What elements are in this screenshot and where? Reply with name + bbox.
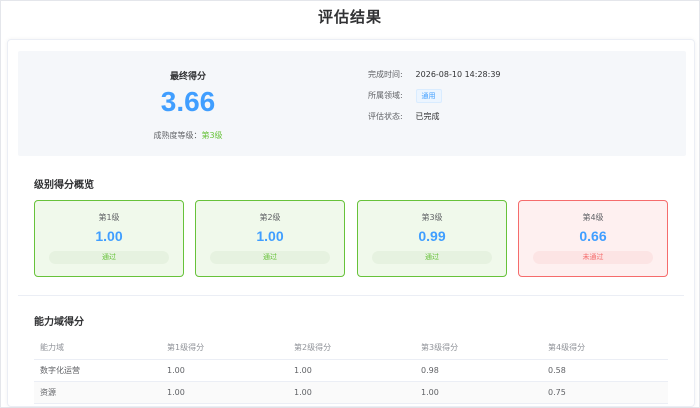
column-header: 第1级得分 [161,337,288,360]
table-cell: 1.00 [161,359,288,382]
domain-label: 所属领域: [368,91,403,100]
table-header-row: 能力域 第1级得分 第2级得分 第3级得分 第4级得分 [34,337,668,360]
domain-scores-table: 能力域 第1级得分 第2级得分 第3级得分 第4级得分 数字化运营 1.00 1… [34,337,668,404]
status-row: 评估状态: 已完成 [368,111,440,125]
table-cell: 1.00 [288,381,415,404]
level-card-3: 第3级 0.99 通过 [357,200,507,277]
level-name: 第4级 [582,213,604,222]
level-card-2: 第2级 1.00 通过 [195,200,345,277]
summary-panel: 最终得分 3.66 成熟度等级：第3级 完成时间: 2026-08-10 14:… [18,51,686,156]
level-name: 第1级 [98,213,120,222]
column-header: 能力域 [34,337,161,360]
level-score: 0.99 [418,228,446,244]
final-score-label: 最终得分 [169,72,206,82]
level-score: 0.66 [579,228,607,244]
table-cell: 1.00 [161,381,288,404]
level-score: 1.00 [95,228,123,244]
meta-info: 完成时间: 2026-08-10 14:28:39 所属领域: 通用 评估状态:… [368,51,668,156]
level-name: 第2级 [259,213,281,222]
table-cell: 0.75 [542,381,668,404]
table-cell: 0.58 [542,359,668,382]
level-card-1: 第1级 1.00 通过 [34,200,184,277]
table-cell: 资源 [34,381,161,404]
table-cell: 1.00 [415,381,542,404]
completed-time-row: 完成时间: 2026-08-10 14:28:39 [368,69,501,83]
maturity-level-value: 第3级 [201,131,223,140]
level-score: 1.00 [256,228,284,244]
completed-time-value: 2026-08-10 14:28:39 [415,70,501,79]
table-row: 数字化运营 1.00 1.00 0.98 0.58 [34,359,668,382]
table-cell: 数字化运营 [34,359,161,382]
level-overview-title: 级别得分概览 [34,180,94,191]
app-frame: 评估结果 最终得分 3.66 成熟度等级：第3级 完成时间: 2026-08-1… [0,0,700,408]
page-title: 评估结果 [317,8,382,26]
final-score-block: 最终得分 3.66 成熟度等级：第3级 [108,51,268,156]
maturity-level: 成熟度等级：第3级 [108,130,268,141]
level-status-badge: 通过 [210,251,330,264]
level-status-badge: 未通过 [533,251,653,264]
completed-time-label: 完成时间: [368,70,403,79]
column-header: 第4级得分 [542,337,668,360]
maturity-label: 成熟度等级： [153,131,202,140]
level-status-badge: 通过 [372,251,492,264]
table-row: 资源 1.00 1.00 1.00 0.75 [34,381,668,404]
status-label: 评估状态: [368,112,403,121]
result-card: 最终得分 3.66 成熟度等级：第3级 完成时间: 2026-08-10 14:… [7,39,695,407]
status-value: 已完成 [415,112,440,121]
column-header: 第3级得分 [415,337,542,360]
column-header: 第2级得分 [288,337,415,360]
domain-row: 所属领域: 通用 [368,89,442,103]
domain-tag: 通用 [415,89,442,103]
table-cell: 1.00 [288,359,415,382]
domain-scores-title: 能力域得分 [34,317,84,328]
final-score-value: 3.66 [160,86,216,117]
table-cell: 0.98 [415,359,542,382]
level-name: 第3级 [421,213,443,222]
section-divider [18,295,684,296]
level-status-badge: 通过 [49,251,169,264]
level-card-4: 第4级 0.66 未通过 [518,200,668,277]
